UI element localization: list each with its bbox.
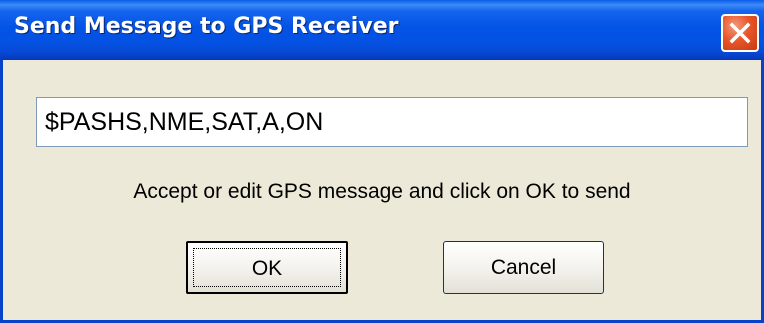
- instruction-text: Accept or edit GPS message and click on …: [133, 180, 631, 203]
- close-button[interactable]: [721, 14, 759, 52]
- focus-rectangle: [193, 248, 341, 287]
- dialog-window: Send Message to GPS Receiver Accept or e…: [0, 0, 764, 323]
- close-icon: [729, 22, 751, 44]
- cancel-button[interactable]: Cancel: [443, 241, 604, 294]
- cancel-button-label: Cancel: [490, 256, 557, 279]
- title-bar[interactable]: Send Message to GPS Receiver: [0, 0, 764, 60]
- gps-message-input[interactable]: [36, 97, 748, 147]
- window-title: Send Message to GPS Receiver: [14, 14, 399, 39]
- ok-button[interactable]: OK: [186, 241, 348, 294]
